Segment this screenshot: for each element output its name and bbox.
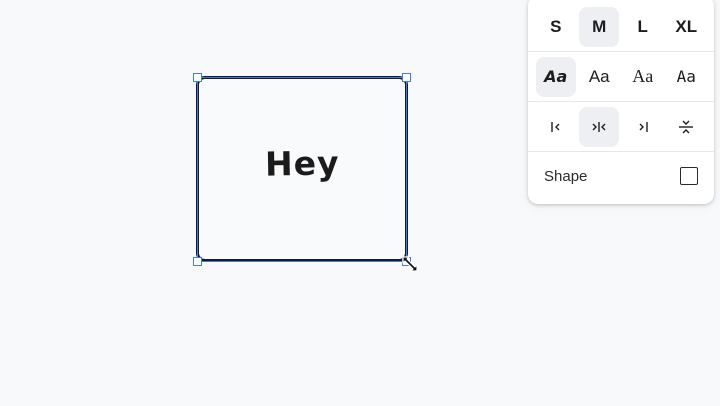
font-mono-button[interactable]: Aa <box>666 57 706 97</box>
resize-handle-top-right[interactable] <box>402 73 411 82</box>
font-sans-button[interactable]: Aa <box>579 57 619 97</box>
size-l-label: L <box>637 16 648 36</box>
font-row: Aa Aa Aa Aa <box>528 52 714 102</box>
align-end-button[interactable] <box>623 107 663 147</box>
align-middle-icon <box>592 121 606 132</box>
resize-cursor-icon <box>402 256 418 272</box>
font-serif-label: Aa <box>632 66 654 86</box>
size-m-label: M <box>592 16 607 36</box>
align-end-icon <box>639 121 648 132</box>
font-draw-button[interactable]: Aa <box>535 56 576 97</box>
style-panel: S M L XL Aa Aa Aa Aa Shape <box>528 0 714 204</box>
size-row: S M L XL <box>528 2 714 52</box>
font-serif-button[interactable]: Aa <box>623 57 663 97</box>
shape-row[interactable]: Shape <box>528 152 714 200</box>
align-start-button[interactable] <box>536 107 576 147</box>
align-middle-button[interactable] <box>579 106 620 147</box>
size-s-label: S <box>550 16 562 36</box>
rectangle-shape[interactable]: Hey <box>196 76 408 262</box>
size-xl-button[interactable]: XL <box>666 7 706 47</box>
vertical-align-button[interactable] <box>666 107 706 147</box>
align-start-icon <box>551 121 560 132</box>
font-sans-label: Aa <box>588 66 610 86</box>
size-s-button[interactable]: S <box>536 7 576 47</box>
canvas[interactable]: Hey S M L XL Aa Aa Aa Aa Shape <box>0 0 720 406</box>
shape-text[interactable]: Hey <box>264 143 339 183</box>
size-l-button[interactable]: L <box>623 7 663 47</box>
font-mono-label: Aa <box>676 67 696 86</box>
resize-handle-top-left[interactable] <box>193 73 202 82</box>
rectangle-shape-icon[interactable] <box>680 167 698 185</box>
size-m-button[interactable]: M <box>579 6 620 47</box>
align-row <box>528 102 714 152</box>
size-xl-label: XL <box>675 16 698 36</box>
resize-handle-bottom-left[interactable] <box>193 257 202 266</box>
shape-label: Shape <box>544 167 588 185</box>
font-draw-label: Aa <box>544 67 568 86</box>
vertical-align-icon <box>679 120 694 133</box>
